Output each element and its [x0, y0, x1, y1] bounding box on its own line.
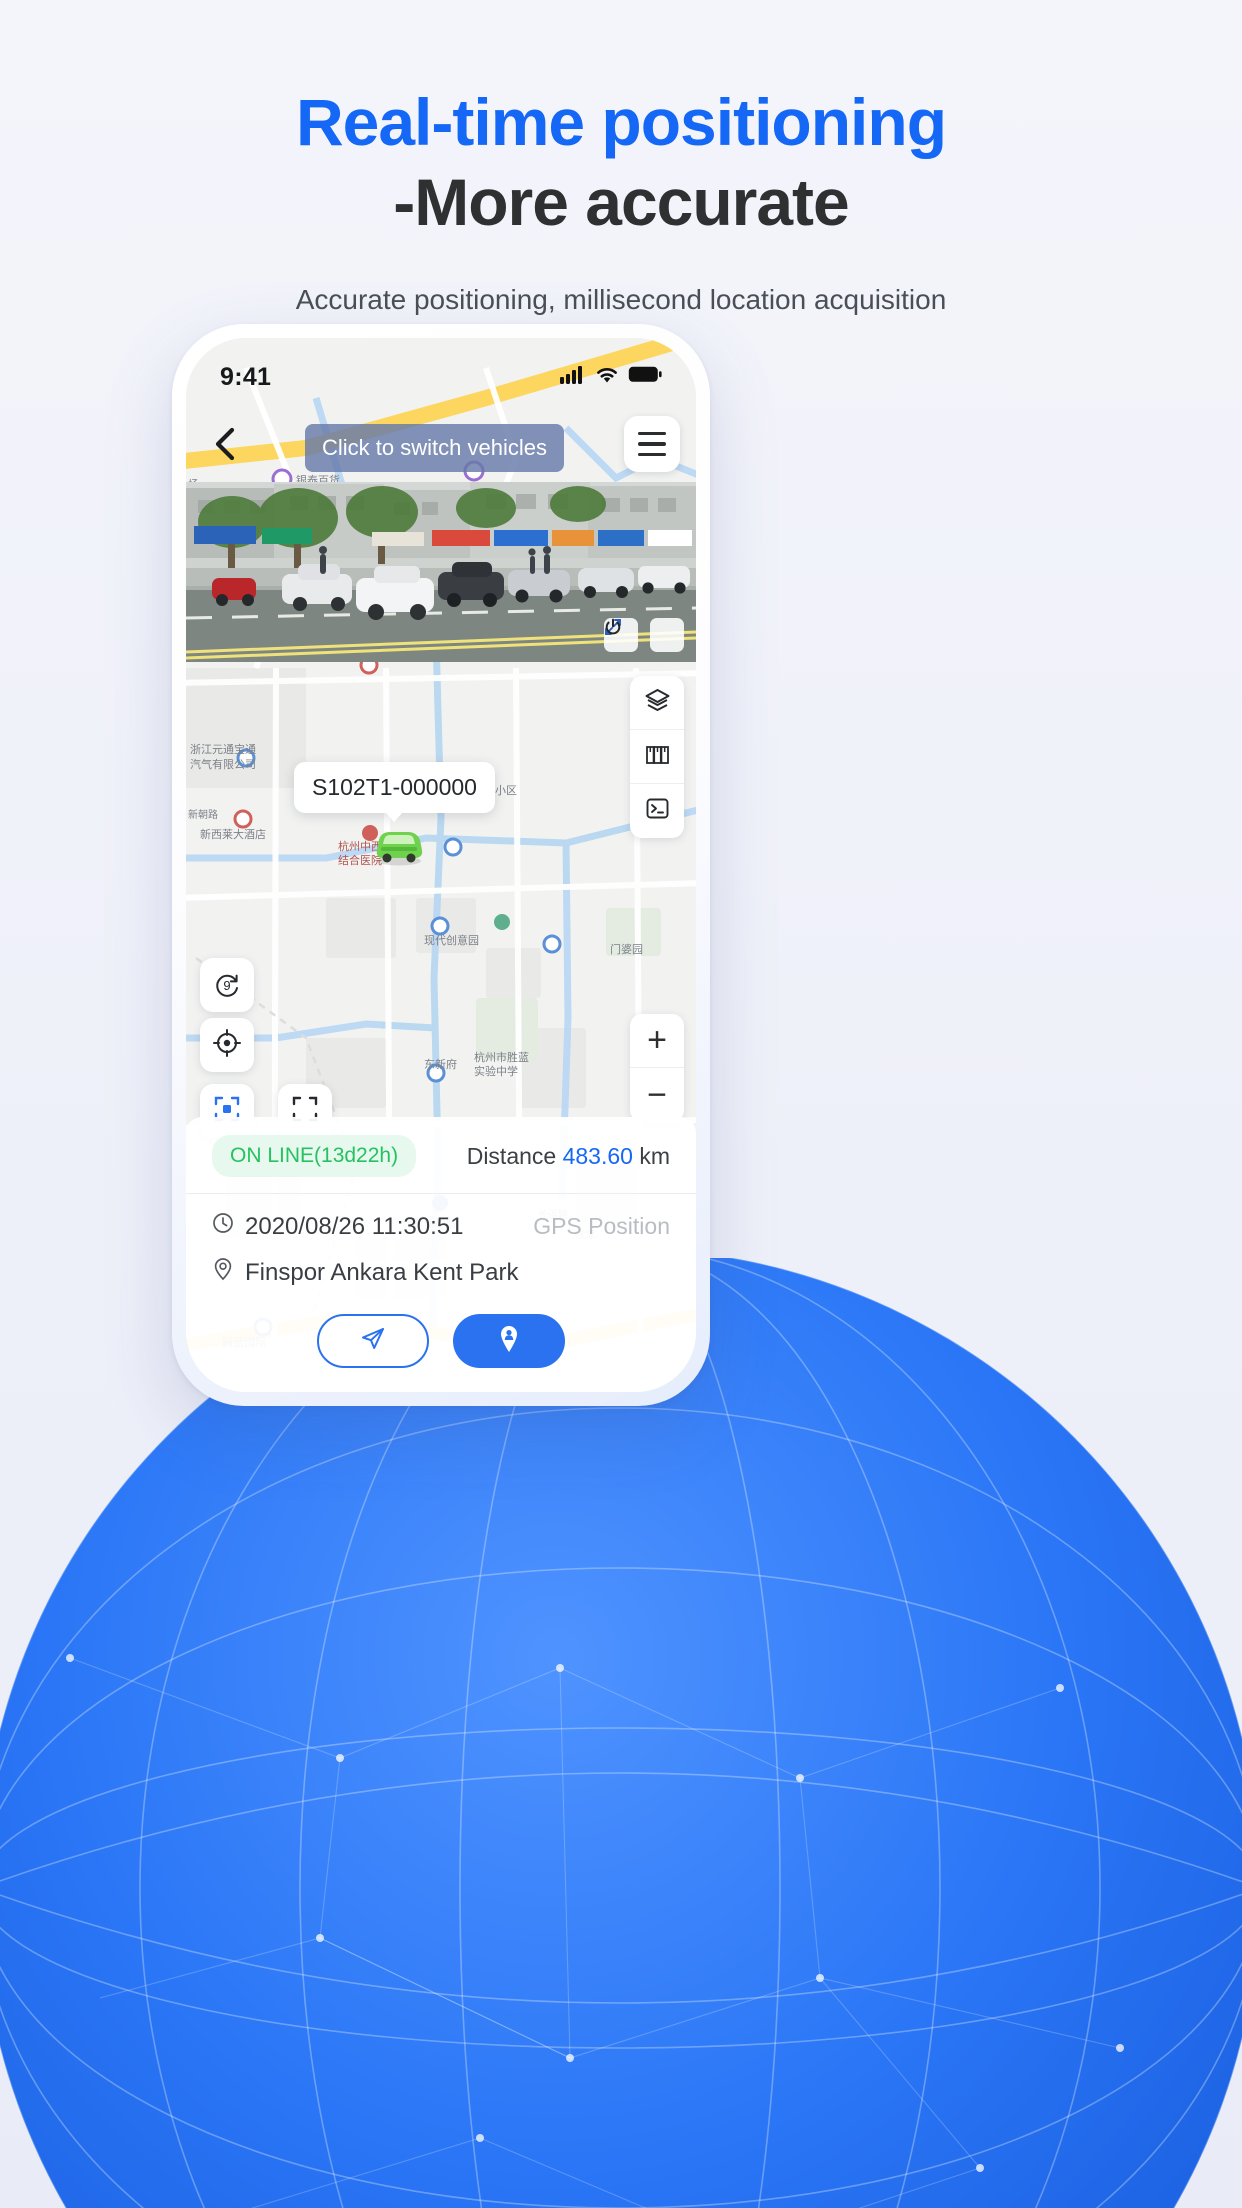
svg-text:门婆园: 门婆园 [610, 942, 643, 956]
svg-text:杭州市胜蓝: 杭州市胜蓝 [474, 1050, 529, 1064]
clock-icon [212, 1212, 234, 1241]
hamburger-menu-button[interactable] [624, 416, 680, 472]
svg-text:浙江元通宝通: 浙江元通宝通 [190, 742, 256, 756]
chevron-left-icon [213, 427, 237, 466]
svg-text:东新府: 东新府 [424, 1057, 457, 1071]
crosshair-icon [212, 1028, 242, 1063]
vehicle-info-card: ON LINE(13d22h) Distance 483.60 km 2020/… [186, 1117, 696, 1392]
phone-screen: 银泰百货 跨贸小镇 新天地新远影城 场 中 境电 商务综合试验 浙江元通宝通 汽… [186, 338, 696, 1392]
location-pin-icon [212, 1257, 234, 1288]
page-title: Real-time positioning -More accurate [0, 85, 1242, 240]
distance-unit: km [639, 1142, 670, 1169]
hamburger-menu-icon [638, 452, 666, 457]
person-pin-icon [496, 1325, 522, 1358]
phone-mockup: 银泰百货 跨贸小镇 新天地新远影城 场 中 境电 商务综合试验 浙江元通宝通 汽… [172, 324, 710, 1406]
map-zoom-stack: + − [630, 1014, 684, 1122]
svg-text:实验中学: 实验中学 [474, 1064, 518, 1078]
cellular-signal-icon [560, 365, 586, 389]
navigate-button[interactable] [317, 1314, 429, 1368]
track-person-button[interactable] [453, 1314, 565, 1368]
address-row: Finspor Ankara Kent Park [212, 1257, 518, 1288]
back-button[interactable] [202, 423, 248, 469]
status-bar: 9:41 [186, 338, 696, 402]
title-line-1: Real-time positioning [295, 85, 947, 159]
green-car-icon [368, 832, 430, 870]
map-locate-button[interactable] [200, 1018, 254, 1072]
timestamp-row: 2020/08/26 11:30:51 [212, 1212, 463, 1241]
status-time: 9:41 [220, 362, 272, 391]
position-type-label: GPS Position [533, 1213, 670, 1239]
map-tool-stack [630, 676, 684, 838]
map-terminal-button[interactable] [630, 784, 684, 838]
map-refresh-button-wrap: 9 [200, 958, 254, 1012]
vehicle-marker[interactable] [368, 826, 430, 871]
timestamp-text: 2020/08/26 11:30:51 [245, 1212, 464, 1240]
map-layers-button[interactable] [630, 676, 684, 730]
map-refresh-button[interactable]: 9 [200, 958, 254, 1012]
map-ruler-button[interactable] [630, 730, 684, 784]
page-subtitle: Accurate positioning, millisecond locati… [295, 283, 947, 315]
distance-value: 483.60 [562, 1142, 633, 1169]
dashcam-video-feed[interactable] [186, 482, 696, 662]
status-badge: ON LINE(13d22h) [212, 1135, 417, 1177]
map-layers-icon [644, 687, 671, 719]
nav-bar: Click to switch vehicles [186, 412, 696, 480]
battery-full-icon [628, 366, 662, 388]
svg-text:新西莱大酒店: 新西莱大酒店 [200, 827, 266, 841]
distance-readout: Distance 483.60 km [467, 1143, 670, 1170]
hamburger-menu-icon [638, 431, 666, 436]
paper-plane-icon [360, 1326, 386, 1357]
refresh-count-badge: 9 [223, 977, 231, 993]
vehicle-marker-label[interactable]: S102T1-000000 [294, 762, 495, 822]
hamburger-menu-icon [638, 442, 666, 446]
ruler-icon [644, 741, 671, 773]
title-line-2: -More accurate [393, 164, 850, 239]
hero-section: Real-time positioning -More accurate Acc… [0, 85, 1242, 316]
zoom-out-button[interactable]: − [630, 1068, 684, 1122]
wifi-icon [595, 366, 619, 389]
video-power-button[interactable] [605, 618, 684, 652]
distance-label: Distance [466, 1142, 557, 1169]
terminal-icon [644, 795, 671, 827]
svg-text:汽气有限公司: 汽气有限公司 [190, 757, 256, 771]
map-locate-button-wrap [200, 1018, 254, 1072]
switch-vehicles-tooltip[interactable]: Click to switch vehicles [305, 424, 564, 472]
svg-text:现代创意园: 现代创意园 [424, 933, 479, 947]
zoom-in-button[interactable]: + [630, 1014, 684, 1068]
svg-text:新朝路: 新朝路 [188, 808, 218, 821]
refresh-icon: 9 [212, 970, 242, 1000]
address-text: Finspor Ankara Kent Park [245, 1258, 519, 1286]
